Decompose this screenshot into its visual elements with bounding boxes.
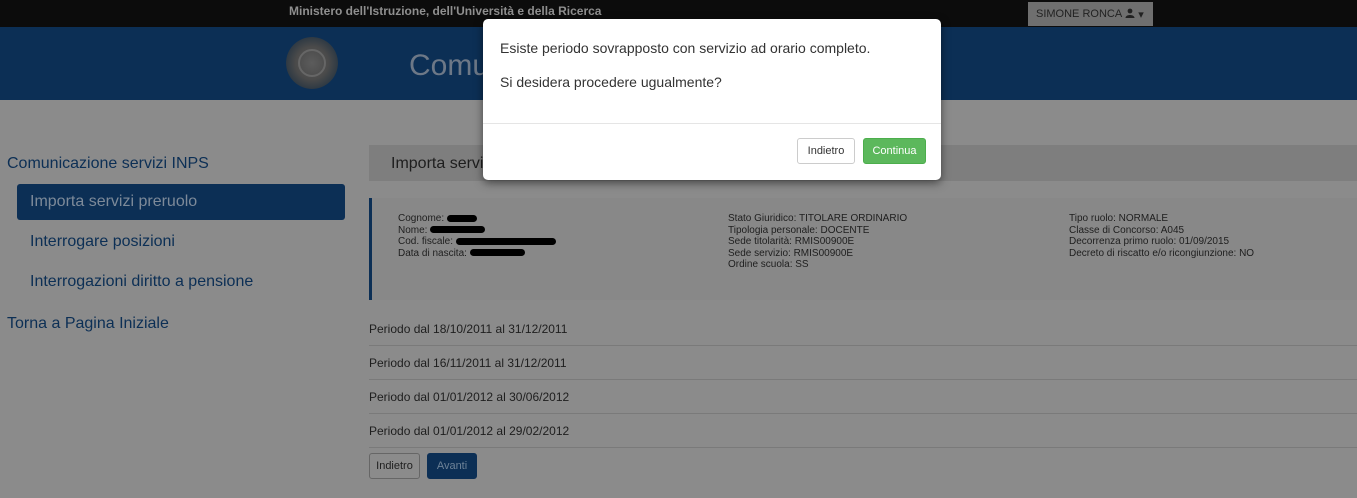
- dialog-cancel-button[interactable]: Indietro: [797, 138, 855, 164]
- birthdate-label: Data di nascita:: [398, 247, 467, 259]
- dialog-message: Esiste periodo sovrapposto con servizio …: [500, 40, 871, 56]
- tipo-ruolo: Tipo ruolo: NORMALE: [1069, 213, 1169, 224]
- ministry-name: Ministero dell'Istruzione, dell'Universi…: [289, 4, 602, 18]
- sidebar-section-title[interactable]: Comunicazione servizi INPS: [7, 155, 209, 173]
- back-button[interactable]: Indietro: [369, 453, 420, 479]
- republic-emblem-logo: [286, 37, 338, 89]
- app-title: Comu: [409, 49, 490, 82]
- dialog-divider: [483, 123, 941, 124]
- stato-giuridico: Stato Giuridico: TITOLARE ORDINARIO: [728, 213, 908, 224]
- redacted-value: [455, 237, 556, 245]
- dialog-continue-button[interactable]: Continua: [863, 138, 926, 164]
- redacted-value: [446, 214, 477, 222]
- confirmation-dialog: Esiste periodo sovrapposto con servizio …: [483, 19, 941, 180]
- period-row[interactable]: Periodo dal 01/01/2012 al 30/06/2012: [369, 380, 1357, 414]
- period-row[interactable]: Periodo dal 16/11/2011 al 31/12/2011: [369, 346, 1357, 380]
- classe-concorso: Classe di Concorso: A045: [1069, 224, 1185, 236]
- period-label: Periodo dal 16/11/2011 al 31/12/2011: [369, 356, 567, 370]
- period-row[interactable]: Periodo dal 18/10/2011 al 31/12/2011: [369, 312, 1357, 346]
- cognome-label: Cognome:: [398, 213, 445, 224]
- redacted-value: [430, 226, 486, 234]
- career-data-column: Tipo ruolo: NORMALE Classe di Concorso: …: [1069, 213, 1254, 259]
- user-name: SIMONE RONCA: [1036, 8, 1123, 20]
- next-button[interactable]: Avanti: [427, 453, 477, 479]
- period-row[interactable]: Periodo dal 01/01/2012 al 29/02/2012: [369, 414, 1357, 448]
- decorrenza-ruolo: Decorrenza primo ruolo: 01/09/2015: [1069, 236, 1230, 247]
- employee-info-panel: Cognome: Nome: Cod. fiscale: Data di nas…: [369, 198, 1357, 300]
- personal-data-column: Cognome: Nome: Cod. fiscale: Data di nas…: [398, 213, 556, 259]
- decreto-riscatto: Decreto di riscatto e/o ricongiunzione: …: [1069, 247, 1255, 259]
- user-menu-button[interactable]: SIMONE RONCA ▾: [1028, 2, 1153, 26]
- page-title: Importa servi: [391, 155, 484, 172]
- period-label: Periodo dal 18/10/2011 al 31/12/2011: [369, 322, 568, 336]
- home-link[interactable]: Torna a Pagina Iniziale: [7, 315, 169, 333]
- sede-titolarita: Sede titolarità: RMIS00900E: [728, 236, 855, 247]
- redacted-value: [469, 249, 525, 257]
- dialog-question: Si desidera procedere ugualmente?: [500, 74, 722, 90]
- sidebar-item-diritto-pensione[interactable]: Interrogazioni diritto a pensione: [17, 264, 345, 300]
- user-icon: [1125, 8, 1135, 21]
- sede-servizio: Sede servizio: RMIS00900E: [728, 247, 854, 259]
- ordine-scuola: Ordine scuola: SS: [728, 259, 809, 270]
- sidebar-item-interrogare-posizioni[interactable]: Interrogare posizioni: [17, 224, 345, 260]
- caret-down-icon: ▾: [1138, 8, 1144, 21]
- cf-label: Cod. fiscale:: [398, 236, 454, 247]
- sidebar-item-importa-servizi[interactable]: Importa servizi preruolo: [17, 184, 345, 220]
- period-label: Periodo dal 01/01/2012 al 29/02/2012: [369, 424, 570, 438]
- period-label: Periodo dal 01/01/2012 al 30/06/2012: [369, 390, 570, 404]
- role-data-column: Stato Giuridico: TITOLARE ORDINARIO Tipo…: [728, 213, 907, 271]
- tipologia-personale: Tipologia personale: DOCENTE: [728, 224, 870, 236]
- nome-label: Nome:: [398, 224, 428, 236]
